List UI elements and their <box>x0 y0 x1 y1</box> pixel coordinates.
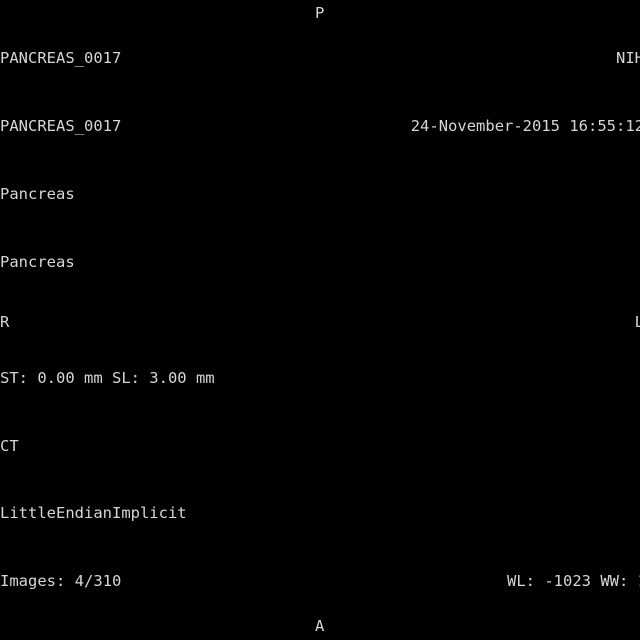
study-datetime: 24-November-2015 16:55:12 <box>410 116 640 135</box>
orientation-marker-anterior: A <box>315 617 325 636</box>
study-description: Pancreas <box>0 184 75 203</box>
overlay-acquisition-info: ST: 0.00 mm SL: 3.00 mm CT LittleEndianI… <box>0 322 215 638</box>
image-index-counter: Images: 4/310 <box>0 572 122 591</box>
modality: CT <box>0 436 19 455</box>
orientation-marker-left: L <box>634 313 640 331</box>
orientation-marker-right: R <box>0 313 10 331</box>
dicom-viewport[interactable]: PANCREAS_0017 PANCREAS_0017 Pancreas Pan… <box>0 0 640 640</box>
series-description: Pancreas <box>0 252 75 271</box>
patient-id: PANCREAS_0017 <box>0 116 122 135</box>
orientation-marker-posterior: P <box>315 4 325 22</box>
window-level-width[interactable]: WL: -1023 WW: 1 <box>507 570 640 593</box>
patient-name: PANCREAS_0017 <box>0 49 122 68</box>
institution-name: NIH <box>616 49 640 68</box>
transfer-syntax: LittleEndianImplicit <box>0 504 187 523</box>
slice-thickness-spacing: ST: 0.00 mm SL: 3.00 mm <box>0 368 215 387</box>
overlay-patient-info: PANCREAS_0017 PANCREAS_0017 Pancreas Pan… <box>0 2 121 318</box>
overlay-window-settings[interactable]: WL: -1023 WW: 1 <box>507 525 640 638</box>
overlay-institution-datetime: NIH 24-November-2015 16:55:12 <box>411 2 640 183</box>
